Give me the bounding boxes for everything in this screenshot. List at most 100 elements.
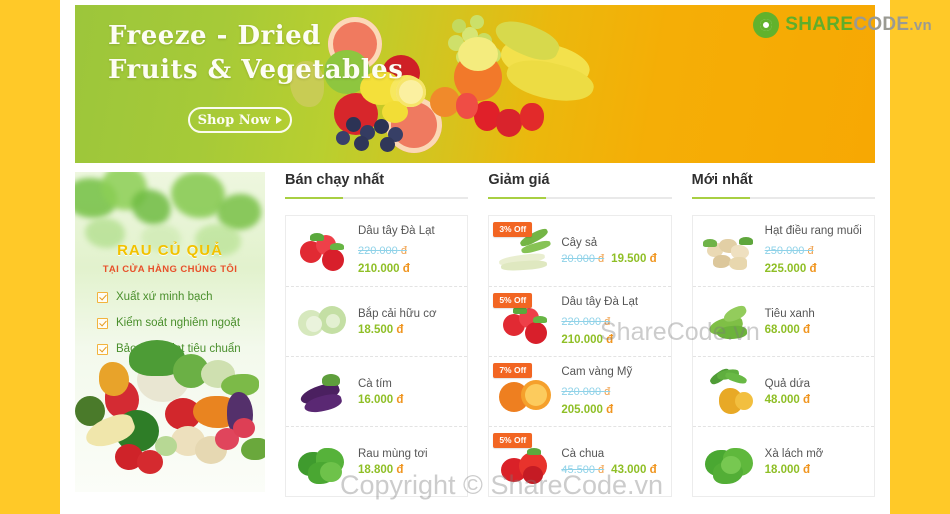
product-old-price: 45.500 đ (561, 463, 605, 476)
product-info: Dâu tây Đà Lạt 220.000 đ 210.000 đ (561, 296, 660, 348)
product-item[interactable]: Xà lách mỡ 18.000 đ (692, 426, 874, 496)
product-name: Cây sả (561, 237, 598, 249)
product-price: 48.000 đ (764, 393, 811, 406)
column-newest: Mới nhất Hạt điều rang muối 250.000 đ 22… (691, 172, 875, 514)
product-prices: 68.000 đ (765, 324, 864, 336)
page: Freeze - Dried Fruits & Vegetables Shop … (0, 0, 950, 514)
product-item[interactable]: 7% Off Cam vàng Mỹ 220.000 đ 205.000 đ (489, 356, 671, 426)
product-prices: 220.000 đ 205.000 đ (561, 382, 660, 418)
product-info: Cà chua 45.500 đ 43.000 đ (561, 448, 660, 476)
column-heading: Giảm giá (488, 172, 550, 188)
sidebar-promo-column: RAU CỦ QUẢ TẠI CỬA HÀNG CHÚNG TÔI Xuất x… (75, 172, 265, 514)
product-old-price: 220.000 đ (358, 245, 407, 257)
product-price: 18.800 đ (358, 463, 404, 476)
discount-badge: 3% Off (493, 222, 533, 237)
product-info: Cây sả 20.000 đ 19.500 đ (561, 237, 660, 265)
product-name: Bắp cải hữu cơ (358, 307, 437, 320)
product-price: 18.000 đ (764, 463, 811, 476)
product-price: 210.000 đ (358, 263, 410, 275)
promo-bullet: Kiểm soát nghiêm ngoặt (97, 310, 241, 336)
product-info: Cà tím 16.000 đ (358, 378, 457, 406)
product-name: Rau mùng tơi (358, 447, 428, 460)
logo-text: SHARECODE.vn (785, 14, 932, 36)
product-price: 43.000 đ (611, 463, 657, 476)
product-item[interactable]: 5% Off Cà chua 45.500 đ 43.000 đ (489, 426, 671, 496)
product-name: Cà chua (561, 447, 605, 460)
product-prices: 18.500 đ (358, 324, 457, 336)
hero-title-line2: Fruits & Vegetables (108, 55, 404, 85)
product-item[interactable]: Rau mùng tơi 18.800 đ (286, 426, 468, 496)
promo-title: RAU CỦ QUẢ (117, 242, 223, 259)
product-info: Dâu tây Đà Lạt 220.000 đ 210.000 đ (358, 225, 457, 277)
product-card-list: Dâu tây Đà Lạt 220.000 đ 210.000 đ Bắp c… (285, 215, 469, 497)
recycle-icon (753, 12, 780, 38)
discount-badge: 5% Off (493, 433, 533, 448)
logo-share-text: SHARE (785, 14, 854, 35)
product-info: Xà lách mỡ 18.000 đ (765, 448, 864, 476)
sharecode-logo[interactable]: SHARECODE.vn (749, 10, 936, 40)
product-thumbnail-cashew (702, 225, 755, 277)
product-item[interactable]: Quả dứa 48.000 đ (692, 356, 874, 426)
column-heading: Bán chạy nhất (285, 172, 385, 188)
check-icon (97, 291, 108, 303)
product-prices: 45.500 đ 43.000 đ (561, 464, 660, 476)
product-info: Tiêu xanh 68.000 đ (765, 308, 864, 336)
column-discounts: Giảm giá 3% Off Cây sả 20.000 đ 19.500 đ… (488, 172, 672, 514)
product-prices: 250.000 đ 225.000 đ (765, 241, 864, 277)
product-thumbnail-strawberry (296, 225, 348, 277)
column-underline (691, 197, 875, 199)
product-old-price: 20.000 đ (561, 253, 605, 265)
product-name: Cam vàng Mỹ (561, 365, 633, 378)
product-price: 19.500 đ (611, 253, 657, 265)
product-info: Quả dứa 48.000 đ (765, 378, 864, 406)
column-best-sellers: Bán chạy nhất Dâu tây Đà Lạt 220.000 đ 2… (285, 172, 469, 514)
product-card-list: 3% Off Cây sả 20.000 đ 19.500 đ 5% Off D… (488, 215, 672, 497)
product-price: 68.000 đ (764, 323, 811, 336)
column-underline (488, 197, 672, 199)
product-prices: 16.000 đ (358, 394, 457, 406)
product-old-price: 220.000 đ (561, 385, 611, 398)
product-info: Rau mùng tơi 18.800 đ (358, 448, 457, 476)
promo-bullet-label: Xuất xứ minh bạch (116, 291, 213, 303)
discount-badge: 7% Off (493, 363, 533, 378)
product-item[interactable]: Cà tím 16.000 đ (286, 356, 468, 426)
product-item[interactable]: Hạt điều rang muối 250.000 đ 225.000 đ (693, 216, 874, 286)
product-info: Cam vàng Mỹ 220.000 đ 205.000 đ (561, 366, 660, 418)
vegetable-basket-illustration (75, 340, 265, 492)
product-item[interactable]: Tiêu xanh 68.000 đ (692, 286, 874, 356)
product-price: 225.000 đ (764, 263, 817, 275)
product-item[interactable]: Dâu tây Đà Lạt 220.000 đ 210.000 đ (286, 216, 467, 286)
logo-tld-text: .vn (909, 17, 932, 34)
product-item[interactable]: 3% Off Cây sả 20.000 đ 19.500 đ (489, 216, 670, 286)
promo-bullet-label: Kiểm soát nghiêm ngoặt (116, 317, 241, 329)
product-name: Dâu tây Đà Lạt (358, 225, 435, 237)
promo-banner[interactable]: RAU CỦ QUẢ TẠI CỬA HÀNG CHÚNG TÔI Xuất x… (75, 172, 265, 492)
product-prices: 18.000 đ (765, 464, 864, 476)
promo-subtitle: TẠI CỬA HÀNG CHÚNG TÔI (102, 264, 238, 275)
product-old-price: 220.000 đ (561, 315, 611, 328)
product-item[interactable]: Bắp cải hữu cơ 18.500 đ (286, 286, 468, 356)
product-old-price: 250.000 đ (764, 245, 814, 257)
hero-title: Freeze - Dried Fruits & Vegetables (108, 19, 403, 87)
product-name: Dâu tây Đà Lạt (561, 295, 639, 308)
product-info: Bắp cải hữu cơ 18.500 đ (358, 308, 457, 336)
column-underline (285, 197, 469, 199)
column-heading: Mới nhất (691, 172, 753, 188)
product-info: Hạt điều rang muối 250.000 đ 225.000 đ (765, 225, 864, 277)
product-item[interactable]: 5% Off Dâu tây Đà Lạt 220.000 đ 210.000 … (489, 286, 671, 356)
hero-title-line1: Freeze - Dried (108, 21, 321, 51)
product-prices: 220.000 đ 210.000 đ (358, 241, 457, 277)
product-thumbnail-pineapple (703, 366, 755, 418)
arrow-right-icon (276, 116, 283, 124)
shop-now-button[interactable]: Shop Now (188, 107, 292, 133)
discount-badge: 5% Off (493, 293, 533, 308)
product-name: Xà lách mỡ (764, 447, 824, 460)
shop-now-label: Shop Now (197, 112, 271, 128)
promo-bullet: Xuất xứ minh bạch (97, 284, 241, 310)
main-grid: RAU CỦ QUẢ TẠI CỬA HÀNG CHÚNG TÔI Xuất x… (75, 172, 875, 514)
product-thumbnail-lettuce (703, 436, 755, 488)
product-name: Hạt điều rang muối (764, 225, 862, 237)
product-thumbnail-greenpepper (703, 296, 755, 348)
product-price: 210.000 đ (561, 333, 614, 346)
product-name: Quả dứa (764, 377, 811, 390)
